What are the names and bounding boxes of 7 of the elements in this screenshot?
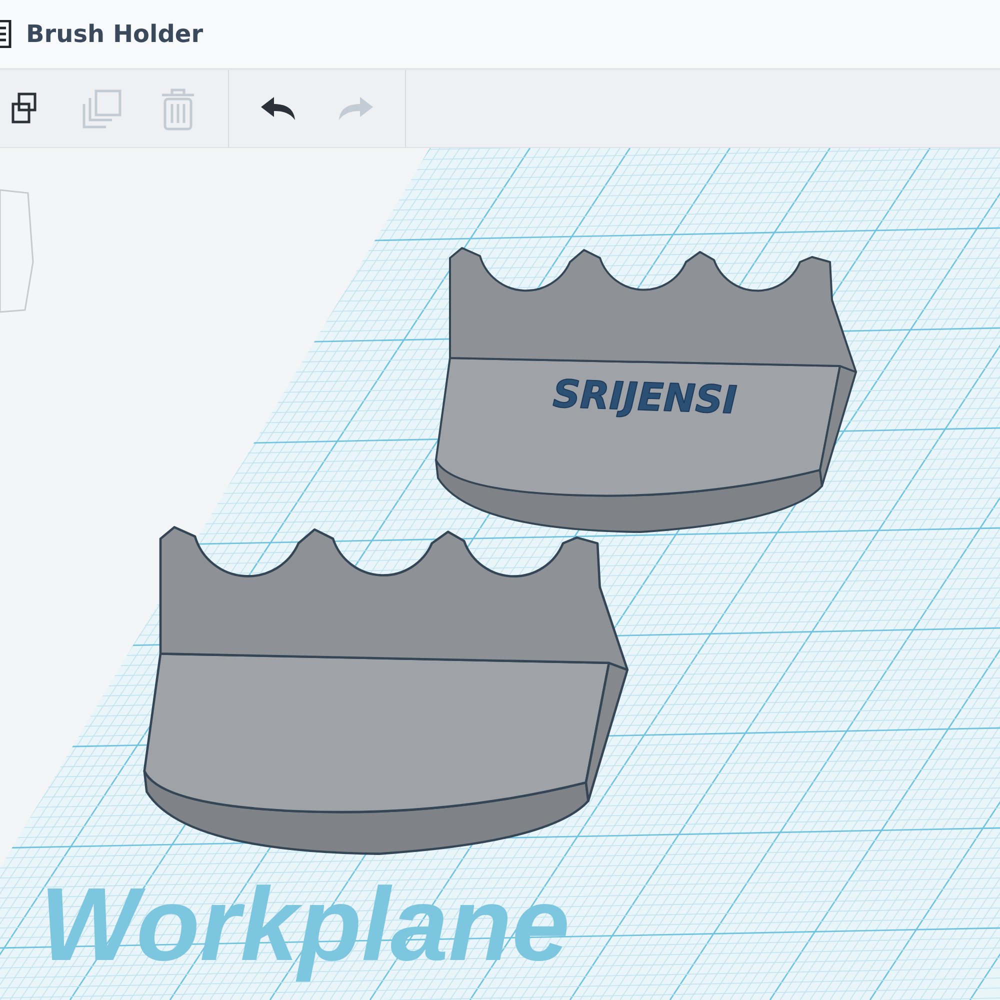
trash-icon [160, 86, 196, 130]
duplicate-icon [80, 88, 124, 130]
project-title[interactable]: Brush Holder [26, 20, 204, 48]
redo-icon [337, 96, 373, 122]
engraved-text: SRIJENSI [552, 372, 738, 422]
menu-icon[interactable] [0, 20, 12, 48]
undo-icon [261, 96, 297, 122]
